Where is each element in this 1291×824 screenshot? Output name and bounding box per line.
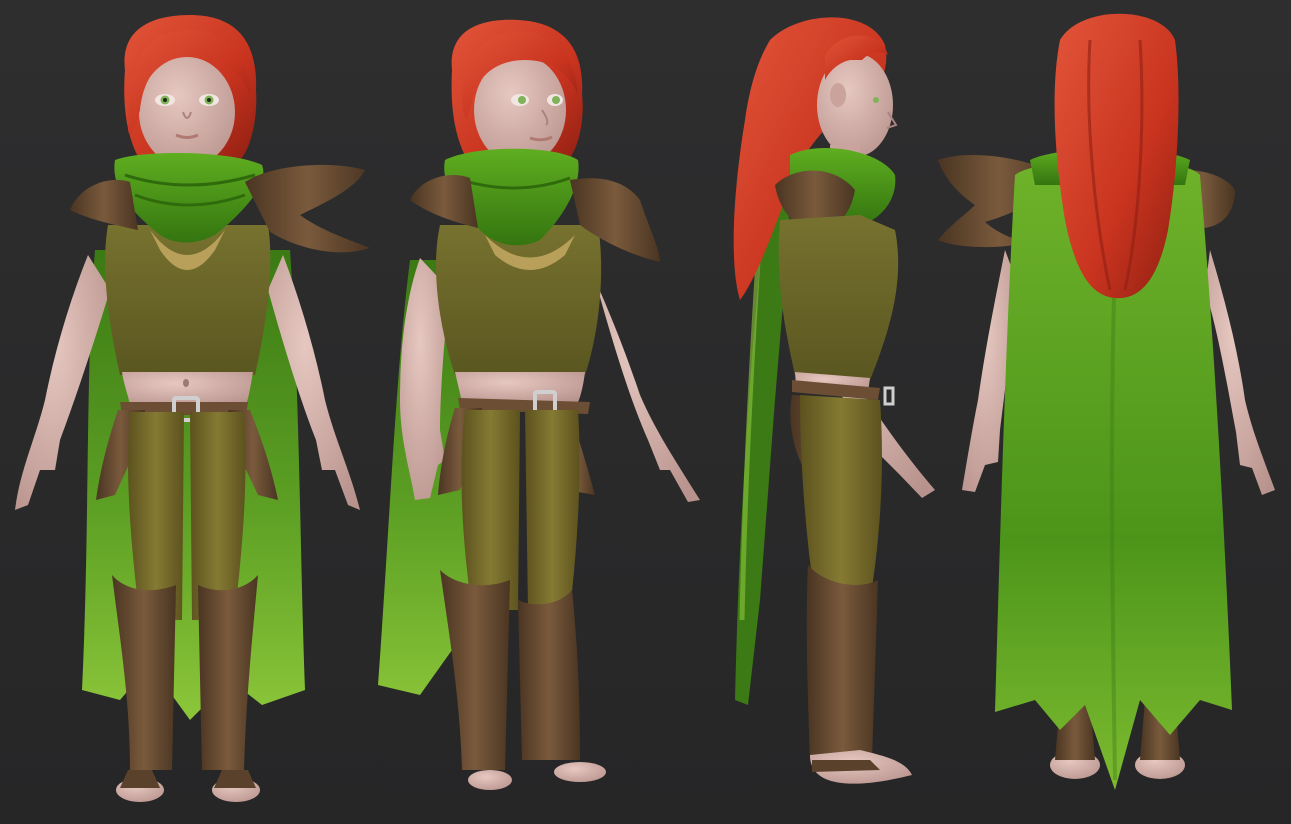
character-turnaround-render	[0, 0, 1291, 824]
render-canvas	[0, 0, 1291, 824]
